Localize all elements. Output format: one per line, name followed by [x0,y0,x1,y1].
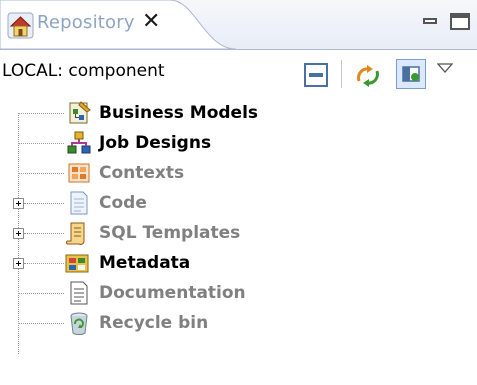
tree-item-label: Metadata [99,253,191,273]
tree-item-sql-templates[interactable]: SQL Templates [0,218,477,248]
contexts-icon [68,163,90,183]
view-tab-strip: Repository ✕ [0,0,477,50]
maximize-icon[interactable] [450,13,470,30]
sql-templates-icon [66,222,85,245]
tree-item-label: Code [99,193,147,213]
recycle-bin-icon [70,312,88,335]
documentation-icon [70,281,88,305]
tree-item-label: Business Models [99,103,259,123]
repository-tree: Business Models Job Designs Contexts Cod… [0,98,477,385]
filter-icon [402,66,420,82]
filter-button[interactable] [396,59,426,89]
tree-item-code[interactable]: Code [0,188,477,218]
expand-icon[interactable] [13,228,24,239]
business-models-icon [69,101,91,124]
location-label: LOCAL: component [2,61,165,81]
tree-item-label: Documentation [99,283,246,303]
tree-item-business-models[interactable]: Business Models [0,98,477,128]
house-icon [7,12,34,39]
job-designs-icon [67,131,91,154]
tree-item-label: SQL Templates [99,223,241,243]
expand-icon[interactable] [13,198,24,209]
tree-item-contexts[interactable]: Contexts [0,158,477,188]
close-icon[interactable]: ✕ [142,11,160,33]
tree-item-label: Recycle bin [99,313,209,333]
toolbar-separator [341,60,343,88]
tree-item-label: Contexts [99,163,185,183]
tree-item-label: Job Designs [99,133,212,153]
metadata-icon [65,254,89,273]
tree-item-recycle-bin[interactable]: Recycle bin [0,308,477,338]
repository-toolbar: LOCAL: component [0,50,477,98]
code-icon [70,191,88,215]
tree-item-job-designs[interactable]: Job Designs [0,128,477,158]
tree-item-metadata[interactable]: Metadata [0,248,477,278]
expand-icon[interactable] [13,258,24,269]
tab-title: Repository [37,12,135,33]
minimize-icon[interactable] [423,18,437,24]
collapse-all-icon[interactable] [304,63,328,87]
refresh-icon[interactable] [354,63,382,89]
view-menu-icon[interactable] [437,62,453,74]
tab-repository[interactable]: Repository ✕ [0,0,238,50]
tree-item-documentation[interactable]: Documentation [0,278,477,308]
